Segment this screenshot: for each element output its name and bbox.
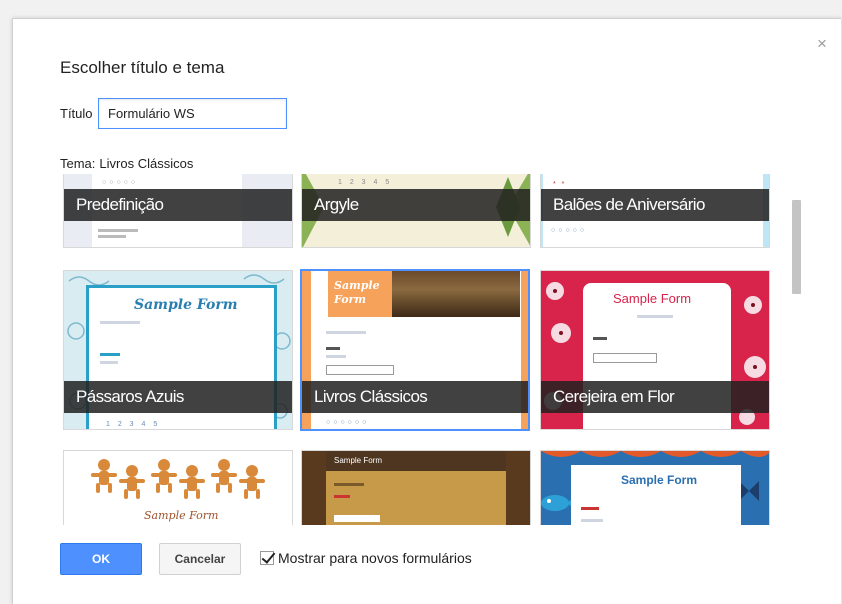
theme-tile-gingerbread[interactable]: Sample Form — [63, 450, 293, 525]
theme-tile-fish[interactable]: Sample Form — [540, 450, 770, 525]
preview-heading: Sample Form — [144, 509, 219, 522]
theme-tile-argyle[interactable]: 1 2 3 4 5 Argyle — [301, 174, 531, 248]
theme-tile-passaros-azuis[interactable]: Sample Form 1 2 3 4 5 Pássaros Azuis — [63, 270, 293, 430]
theme-caption: Predefinição — [64, 189, 292, 221]
preview-heading: Sample Form — [134, 297, 238, 313]
checkmark-icon[interactable] — [260, 551, 274, 565]
theme-tile-predefinicao[interactable]: ○○○○○ Predefinição — [63, 174, 293, 248]
ok-button[interactable]: OK — [60, 543, 142, 575]
gingerbread-pattern — [91, 459, 265, 499]
theme-prefix: Tema: — [60, 156, 96, 171]
theme-label: Tema: Livros Clássicos — [60, 156, 193, 171]
theme-caption: Livros Clássicos — [302, 381, 528, 413]
preview-heading: Sample Form — [613, 291, 692, 306]
theme-tile-livros-classicos[interactable]: Sample Form ○○○○○○ Livros Clássicos — [300, 269, 530, 431]
title-input[interactable] — [98, 98, 287, 129]
theme-grid-scrollbar[interactable] — [792, 200, 801, 294]
theme-grid: ○○○○○ Predefinição 1 2 3 4 5 Argyle * * … — [60, 174, 790, 525]
dialog-title: Escolher título e tema — [60, 58, 225, 77]
theme-tile-baloes[interactable]: * * ○○○○○ Balões de Aniversário — [540, 174, 770, 248]
cancel-button[interactable]: Cancelar — [159, 543, 241, 575]
theme-caption: Balões de Aniversário — [541, 189, 769, 221]
theme-tile-cerejeira[interactable]: Sample Form Cerejeira em Flor — [540, 270, 770, 430]
title-field-label: Título — [60, 106, 93, 121]
current-theme-name: Livros Clássicos — [99, 156, 194, 171]
theme-caption: Argyle — [302, 189, 530, 221]
theme-caption: Pássaros Azuis — [64, 381, 292, 413]
preview-heading: Sample Form — [334, 279, 380, 306]
theme-caption: Cerejeira em Flor — [541, 381, 769, 413]
close-icon[interactable]: × — [817, 35, 827, 52]
preview-heading: Sample Form — [334, 456, 383, 465]
theme-tile-wood[interactable]: Sample Form — [301, 450, 531, 525]
preview-heading: Sample Form — [621, 473, 698, 487]
books-image — [392, 271, 520, 317]
show-for-new-forms-label: Mostrar para novos formulários — [278, 550, 472, 566]
show-for-new-forms-option[interactable]: Mostrar para novos formulários — [260, 550, 472, 566]
